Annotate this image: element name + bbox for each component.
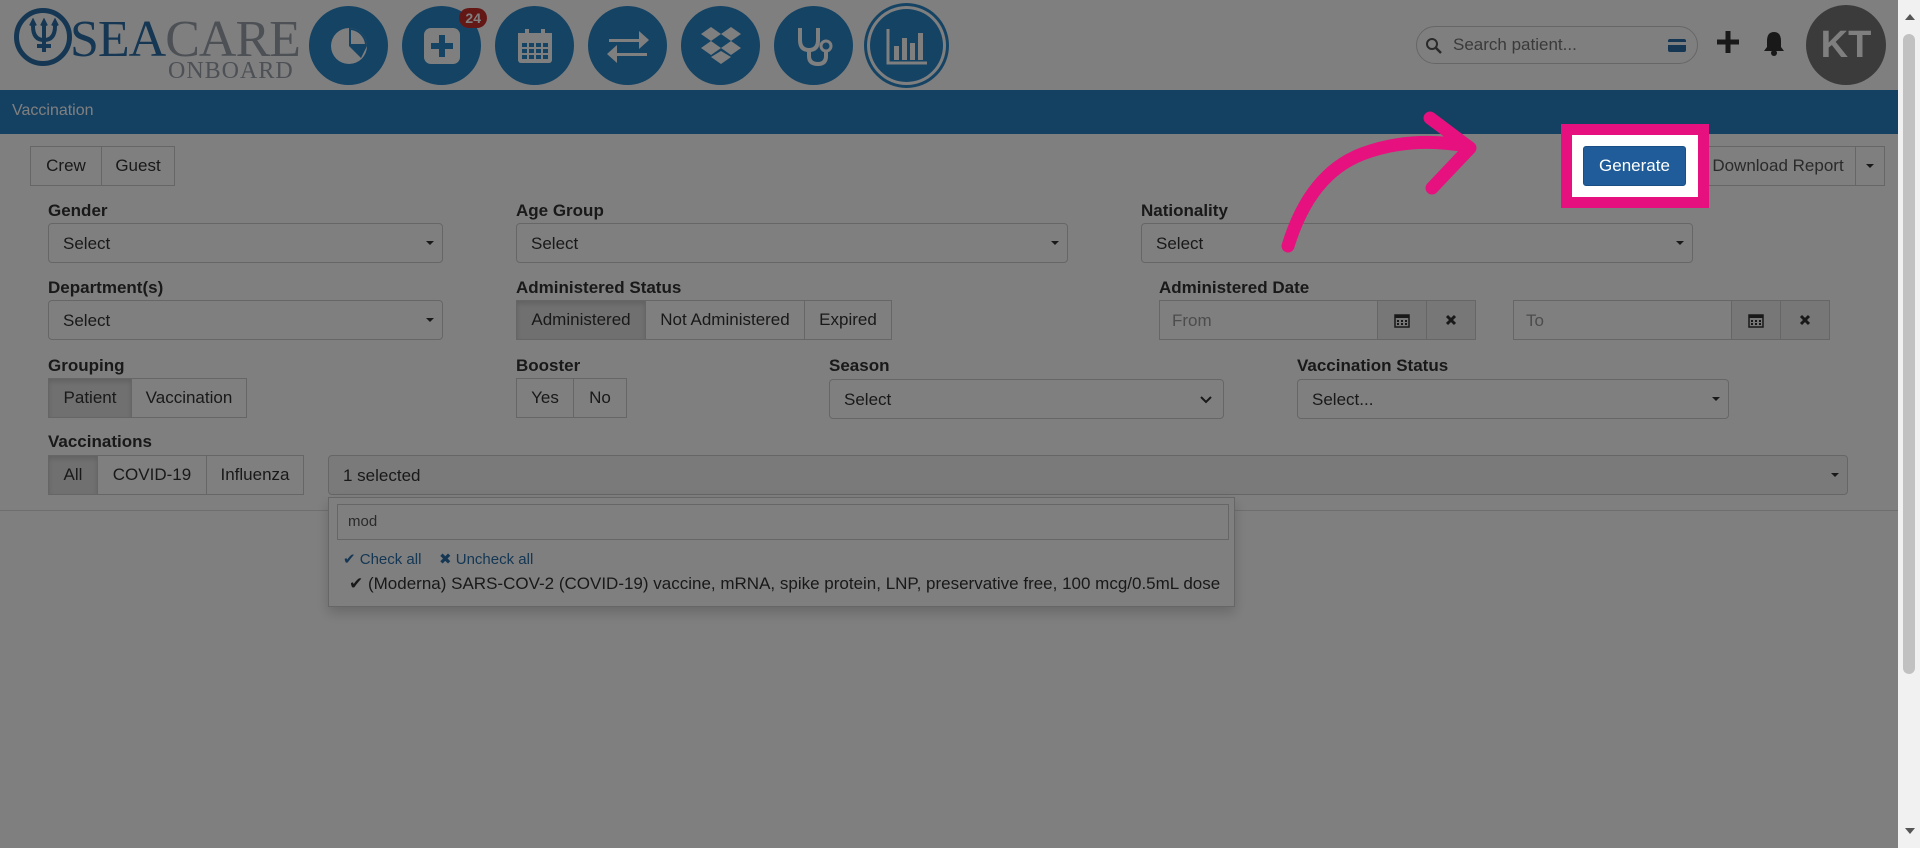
checkmark-icon: ✔ [349, 574, 364, 593]
vaccinations-influenza-toggle[interactable]: Influenza [206, 455, 304, 495]
not-administered-toggle[interactable]: Not Administered [645, 300, 805, 340]
nav-reports-button[interactable] [867, 6, 946, 85]
add-icon[interactable] [1716, 30, 1740, 54]
caret-down-icon [426, 241, 434, 245]
date-from-input[interactable]: From [1159, 300, 1378, 340]
chevron-down-icon [1200, 396, 1212, 404]
departments-select[interactable]: Select [48, 300, 443, 340]
vaccination-status-select[interactable]: Select... [1297, 379, 1729, 419]
dropdown-filter-input[interactable]: mod [337, 504, 1229, 540]
administered-toggle[interactable]: Administered [516, 300, 646, 340]
generate-button[interactable]: Generate [1583, 146, 1686, 186]
caret-down-icon [1051, 241, 1059, 245]
vaccinations-dropdown-menu: mod ✔ Check all ✖ Uncheck all ✔ (Moderna… [328, 497, 1235, 607]
calendar-icon [1748, 314, 1764, 328]
download-options-toggle[interactable] [1855, 146, 1885, 186]
pointer-arrow-icon [1281, 111, 1477, 253]
booster-yes-toggle[interactable]: Yes [516, 378, 574, 418]
nav-add-record-button[interactable]: 24 [402, 6, 487, 85]
top-header: SEACARE ONBOARD 24 KT [0, 0, 1898, 90]
gender-label: Gender [48, 201, 108, 220]
caret-down-icon [1866, 164, 1874, 168]
expired-toggle[interactable]: Expired [804, 300, 892, 340]
date-to-input[interactable]: To [1513, 300, 1732, 340]
grouping-patient-toggle[interactable]: Patient [48, 378, 132, 418]
booster-no-toggle[interactable]: No [573, 378, 627, 418]
age-group-select[interactable]: Select [516, 223, 1068, 263]
date-from-clear-button[interactable] [1426, 300, 1476, 340]
download-report-button[interactable]: Download Report [1700, 146, 1856, 186]
nav-dashboard-button[interactable] [309, 6, 388, 85]
seacare-logo[interactable]: SEACARE ONBOARD [14, 8, 301, 84]
user-avatar[interactable]: KT [1806, 5, 1886, 85]
close-icon [1445, 314, 1457, 326]
bar-chart-icon [886, 28, 927, 64]
nav-calendar-button[interactable] [495, 6, 574, 85]
scroll-down-icon[interactable] [1905, 828, 1915, 834]
season-label: Season [829, 356, 890, 375]
caret-down-icon [1831, 473, 1839, 477]
gender-select[interactable]: Select [48, 223, 443, 263]
calendar-icon [1394, 314, 1410, 328]
scroll-up-icon[interactable] [1905, 14, 1915, 20]
uncheck-all-link[interactable]: ✖ Uncheck all [439, 550, 533, 568]
dropbox-icon [700, 26, 741, 64]
date-to-clear-button[interactable] [1780, 300, 1830, 340]
id-card-icon[interactable] [1667, 38, 1687, 53]
calendar-icon [517, 28, 552, 63]
close-icon [1799, 314, 1811, 326]
crew-toggle[interactable]: Crew [30, 146, 102, 186]
dropdown-option[interactable]: ✔ (Moderna) SARS-COV-2 (COVID-19) vaccin… [349, 574, 1220, 594]
pie-chart-icon [330, 27, 367, 64]
search-icon [1426, 38, 1442, 54]
close-icon: ✖ [439, 551, 452, 568]
date-to-calendar-button[interactable] [1731, 300, 1781, 340]
trident-icon [14, 8, 72, 66]
check-all-link[interactable]: ✔ Check all [343, 550, 421, 568]
vaccinations-all-toggle[interactable]: All [48, 455, 98, 495]
date-from-calendar-button[interactable] [1377, 300, 1427, 340]
logo-subtext: ONBOARD [168, 58, 294, 84]
age-group-label: Age Group [516, 201, 604, 220]
patient-search[interactable] [1416, 26, 1698, 64]
caret-down-icon [1712, 397, 1720, 401]
nationality-label: Nationality [1141, 201, 1228, 220]
vaccinations-label: Vaccinations [48, 432, 152, 451]
administered-date-label: Administered Date [1159, 278, 1310, 297]
caret-down-icon [426, 318, 434, 322]
search-input[interactable] [1453, 33, 1653, 57]
grouping-label: Grouping [48, 356, 125, 375]
booster-label: Booster [516, 356, 581, 375]
departments-label: Department(s) [48, 278, 164, 297]
vaccination-status-label: Vaccination Status [1297, 356, 1449, 375]
plus-square-icon [423, 27, 460, 64]
stethoscope-icon [797, 27, 832, 66]
caret-down-icon [1676, 241, 1684, 245]
scrollbar-thumb[interactable] [1903, 34, 1915, 674]
season-select[interactable]: Select [829, 379, 1224, 419]
administered-status-label: Administered Status [516, 278, 682, 297]
nav-dropbox-button[interactable] [681, 6, 760, 85]
check-icon: ✔ [343, 551, 356, 568]
vaccinations-covid-toggle[interactable]: COVID-19 [97, 455, 207, 495]
nav-medical-button[interactable] [774, 6, 853, 85]
guest-toggle[interactable]: Guest [101, 146, 175, 186]
notification-badge: 24 [459, 8, 487, 28]
bell-icon[interactable] [1762, 30, 1786, 56]
grouping-vaccination-toggle[interactable]: Vaccination [131, 378, 247, 418]
exchange-arrows-icon [606, 30, 649, 63]
vaccinations-multiselect[interactable]: 1 selected [328, 455, 1848, 495]
nav-transfer-button[interactable] [588, 6, 667, 85]
